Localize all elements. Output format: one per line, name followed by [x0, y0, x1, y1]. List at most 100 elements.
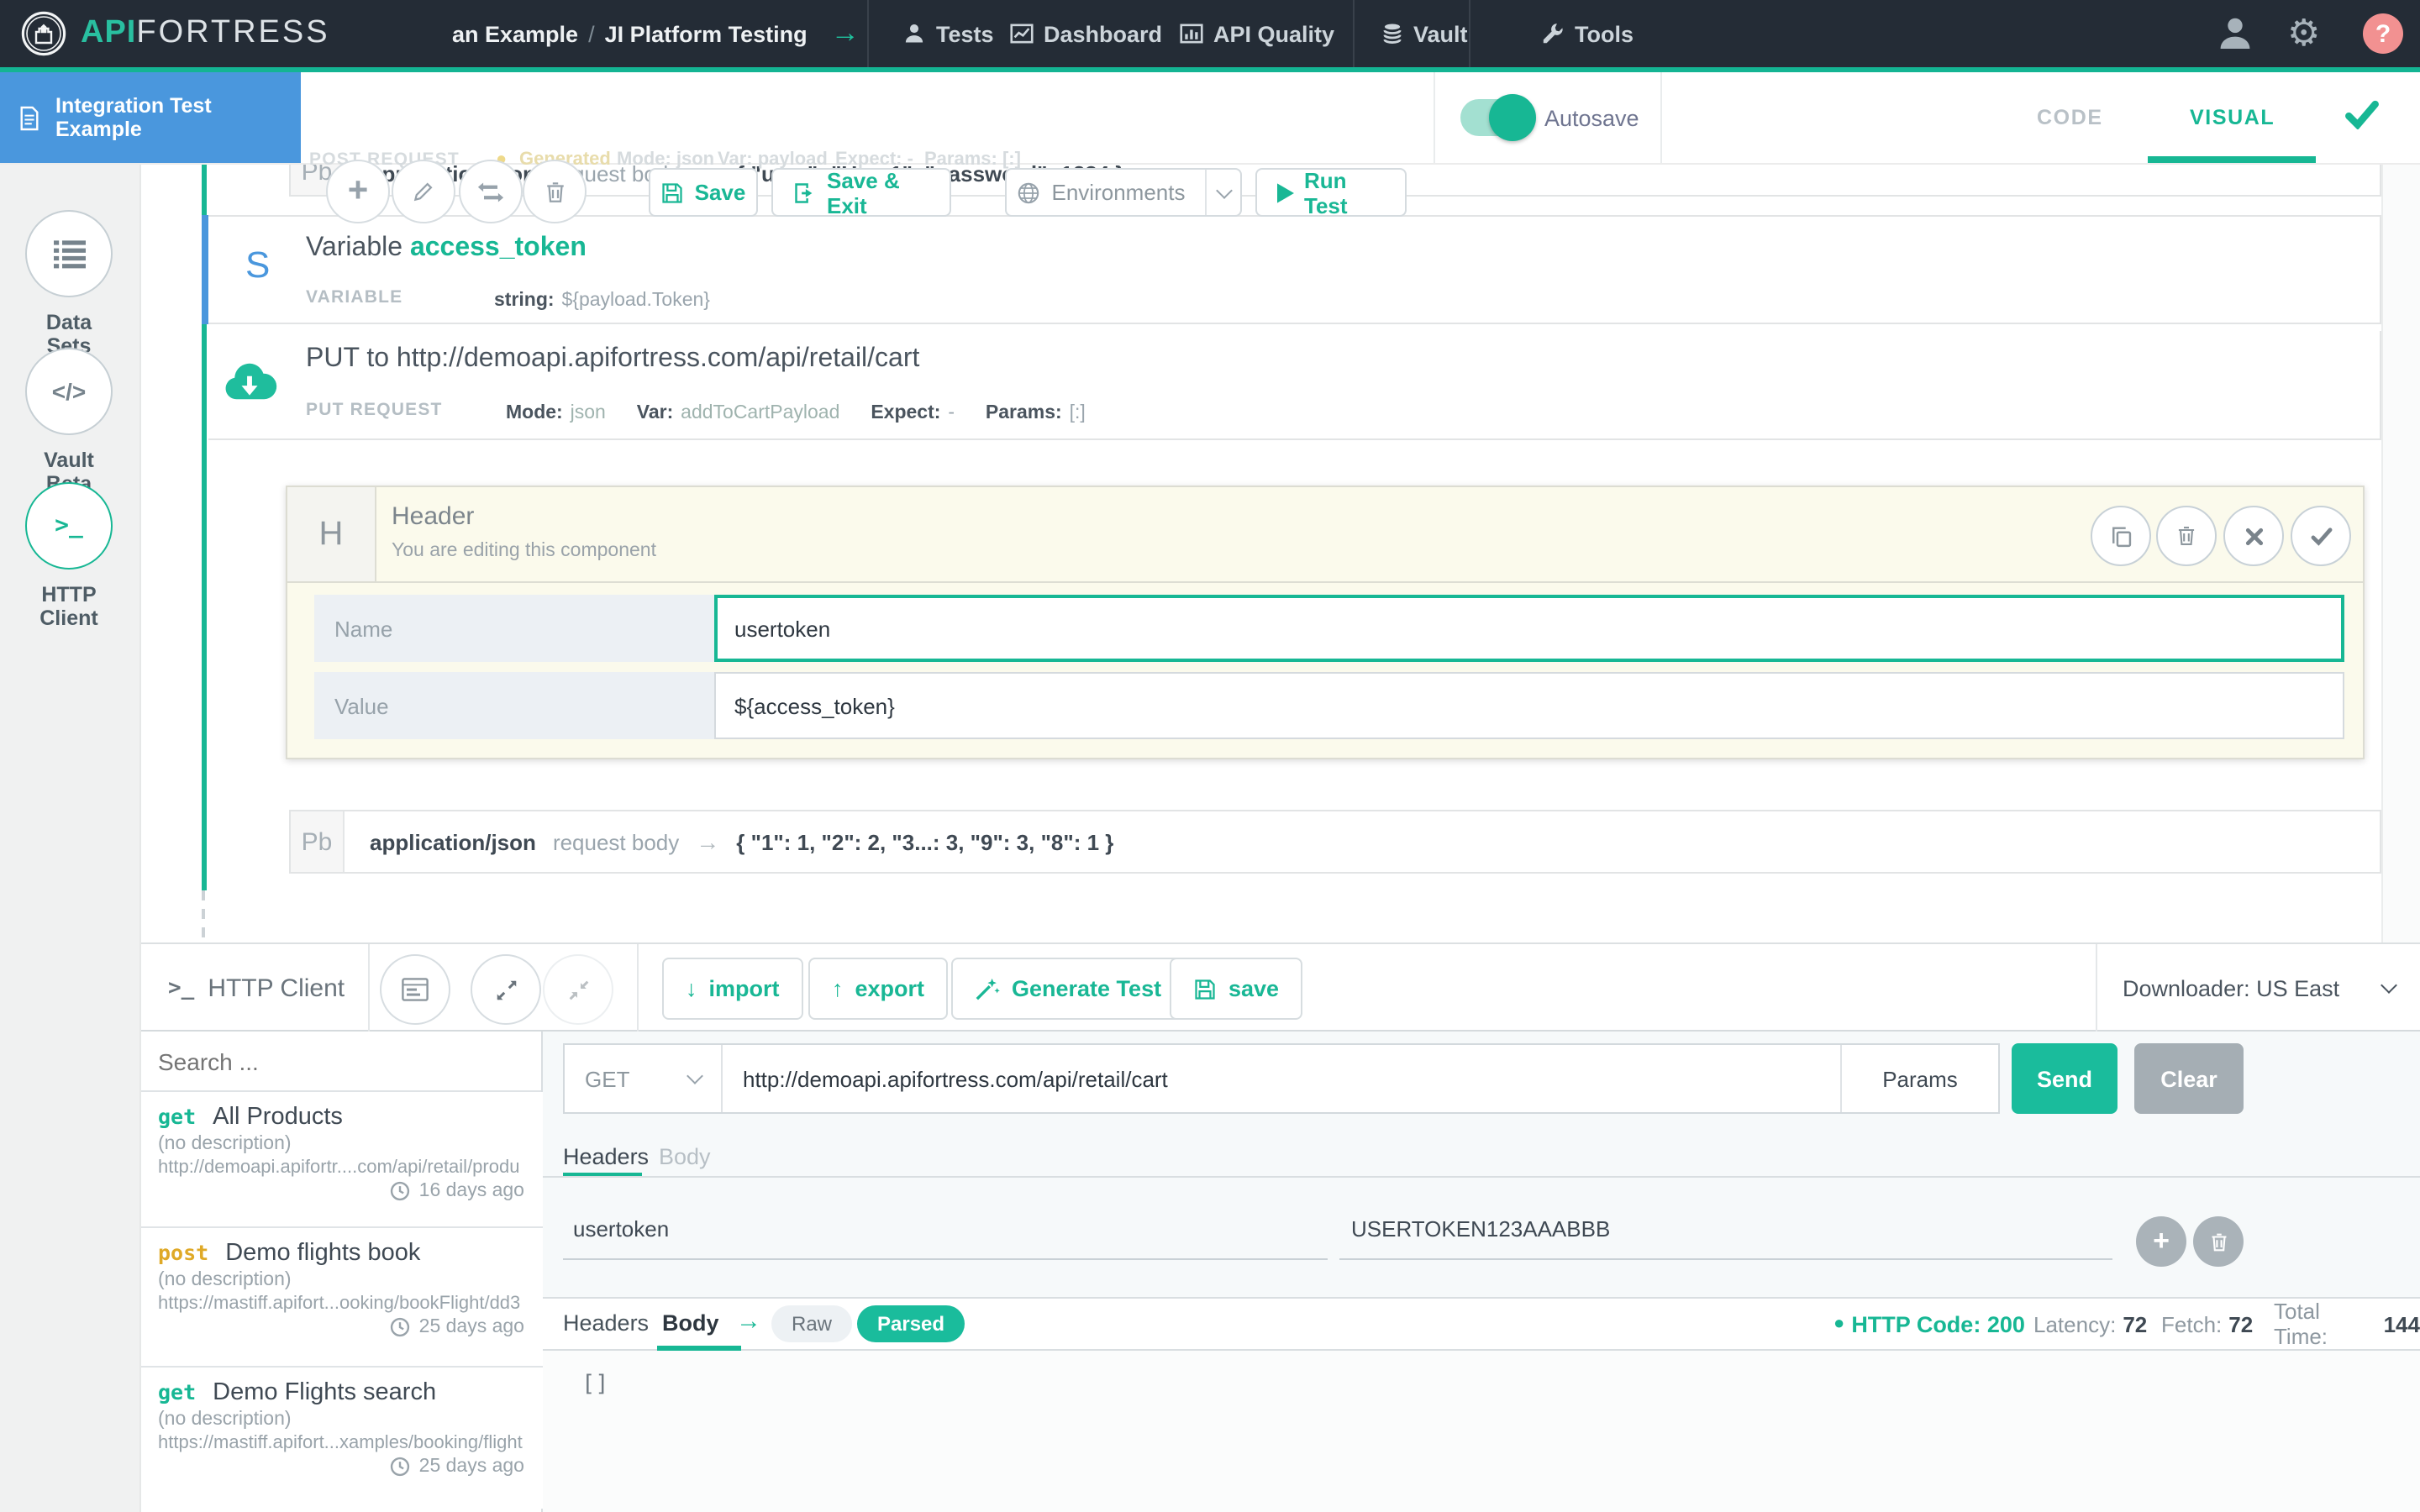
nav-divider: [867, 0, 869, 67]
component-row-variable[interactable]: S Variable access_token VARIABLE string:…: [208, 215, 2381, 324]
top-navigation-bar: APIFORTRESS an Example / JI Platform Tes…: [0, 0, 2420, 67]
history-name: Demo flights book: [225, 1240, 420, 1267]
ghost-var: Var: payload: [718, 150, 828, 170]
nav-item-tests[interactable]: Tests: [902, 0, 994, 67]
scrollbar-track[interactable]: [2381, 163, 2420, 942]
method-badge: get: [158, 1104, 196, 1129]
help-icon[interactable]: ?: [2363, 13, 2403, 54]
save-exit-button[interactable]: Save & Exit: [771, 168, 951, 217]
url-input[interactable]: [723, 1045, 1840, 1112]
method-select[interactable]: GET: [565, 1045, 723, 1112]
request-tab-headers[interactable]: Headers: [563, 1144, 649, 1169]
nav-item-tools[interactable]: Tools: [1541, 0, 1634, 67]
downloader-dropdown[interactable]: Downloader: US East: [2123, 944, 2395, 1032]
history-item-all-products[interactable]: get All Products (no description) http:/…: [139, 1092, 543, 1228]
collapse-panel-button[interactable]: [543, 954, 613, 1025]
status-dot: ●: [1833, 1314, 1844, 1334]
latency-label: Latency:: [2033, 1311, 2116, 1336]
breadcrumb-project[interactable]: an Example: [452, 21, 578, 46]
duplicate-component-button[interactable]: [2091, 506, 2151, 566]
breadcrumb-separator: /: [588, 21, 595, 46]
component-row-put-body[interactable]: Pb application/json request body → { "1"…: [289, 810, 2381, 874]
test-tab-integration-example[interactable]: Integration Test Example: [0, 72, 301, 163]
rail-item-vault-beta[interactable]: </> Vault Beta: [25, 348, 113, 496]
reorder-button[interactable]: [459, 160, 523, 223]
vault-icon: [1381, 22, 1403, 45]
search-input[interactable]: [139, 1032, 541, 1092]
run-test-button[interactable]: Run Test: [1255, 168, 1407, 217]
autosave-toggle[interactable]: [1460, 99, 1531, 136]
http-code-label: HTTP Code:: [1851, 1311, 1981, 1336]
breadcrumb-test[interactable]: JI Platform Testing: [605, 21, 808, 46]
brand-fortress: FORTRESS: [136, 15, 329, 50]
floppy-save-icon: [1193, 977, 1217, 1000]
trash-icon: [2175, 524, 2198, 548]
expand-panel-button[interactable]: [471, 954, 541, 1025]
send-button[interactable]: Send: [2012, 1043, 2118, 1114]
downloader-label: Downloader: US East: [2123, 975, 2339, 1000]
expect-value: -: [948, 403, 955, 423]
total-time-value: 144: [2384, 1311, 2420, 1336]
tab-visual[interactable]: VISUAL: [2190, 72, 2275, 163]
tabs-divider: [543, 1176, 2420, 1178]
nav-item-api-quality[interactable]: API Quality: [1180, 0, 1334, 67]
group-accent-line: [202, 163, 207, 215]
mime-type: application/json: [370, 829, 536, 854]
nav-label-dashboard: Dashboard: [1044, 21, 1162, 46]
params-button[interactable]: Params: [1840, 1045, 1998, 1112]
settings-gear-icon[interactable]: ⚙: [2287, 13, 2320, 54]
edit-button[interactable]: [392, 160, 455, 223]
request-form-button[interactable]: [380, 954, 450, 1025]
header-name-input[interactable]: [714, 595, 2344, 662]
history-time: 25 days ago: [419, 1317, 524, 1337]
save-button[interactable]: Save: [649, 168, 758, 217]
export-button[interactable]: ↑ export: [808, 958, 948, 1020]
nav-item-vault[interactable]: Vault: [1381, 0, 1468, 67]
confirm-edit-button[interactable]: [2291, 506, 2351, 566]
nav-divider: [1353, 0, 1355, 67]
raw-toggle[interactable]: Raw: [771, 1305, 852, 1342]
history-item-demo-flights-book[interactable]: post Demo flights book (no description) …: [139, 1228, 543, 1368]
history-url: http://demoapi.apifortr....com/api/retai…: [158, 1158, 524, 1178]
tab-code[interactable]: CODE: [2037, 72, 2103, 163]
import-label: import: [709, 976, 780, 1001]
request-tab-body[interactable]: Body: [659, 1144, 711, 1169]
history-item-demo-flights-search[interactable]: get Demo Flights search (no description)…: [139, 1368, 543, 1509]
clock-icon: [391, 1457, 411, 1477]
client-save-button[interactable]: save: [1170, 958, 1302, 1020]
add-component-button[interactable]: +: [326, 160, 390, 223]
import-button[interactable]: ↓ import: [662, 958, 803, 1020]
rail-item-data-sets[interactable]: Data Sets: [25, 210, 113, 358]
response-tab-body[interactable]: Body: [662, 1310, 719, 1336]
user-avatar-icon[interactable]: [2215, 13, 2255, 54]
divider: [2096, 944, 2097, 1032]
arrow-right-icon: →: [736, 1307, 761, 1336]
request-header-value-input[interactable]: [1339, 1198, 2112, 1260]
generate-test-button[interactable]: Generate Test: [951, 958, 1185, 1020]
request-url-bar: GET Params: [563, 1043, 2000, 1114]
add-header-button[interactable]: +: [2136, 1216, 2186, 1267]
divider: [637, 944, 639, 1032]
environments-dropdown[interactable]: Environments: [1005, 168, 1242, 217]
history-name: Demo Flights search: [213, 1379, 436, 1406]
clear-button[interactable]: Clear: [2134, 1043, 2244, 1114]
response-tab-headers[interactable]: Headers: [563, 1310, 649, 1336]
params-label: Params:: [986, 403, 1062, 423]
total-time-label: Total Time:: [2274, 1299, 2377, 1349]
sign-out-icon: [793, 181, 817, 204]
parsed-toggle[interactable]: Parsed: [857, 1305, 965, 1342]
header-value-input[interactable]: [714, 672, 2344, 739]
http-client-title: HTTP Client: [208, 974, 345, 1002]
delete-button[interactable]: [523, 160, 587, 223]
nav-item-dashboard[interactable]: Dashboard: [1010, 0, 1162, 67]
cancel-edit-button[interactable]: [2223, 506, 2284, 566]
delete-component-button[interactable]: [2156, 506, 2217, 566]
component-row-put-request[interactable]: PUT to http://demoapi.apifortress.com/ap…: [208, 331, 2381, 440]
expect-label: Expect:: [871, 403, 940, 423]
request-header-name-input[interactable]: [563, 1198, 1328, 1260]
rail-item-http-client[interactable]: >_ HTTP Client: [25, 482, 113, 630]
api-quality-icon: [1180, 22, 1203, 45]
remove-header-button[interactable]: [2193, 1216, 2244, 1267]
history-name: All Products: [213, 1104, 343, 1131]
visual-tab-underline: [2148, 156, 2316, 163]
